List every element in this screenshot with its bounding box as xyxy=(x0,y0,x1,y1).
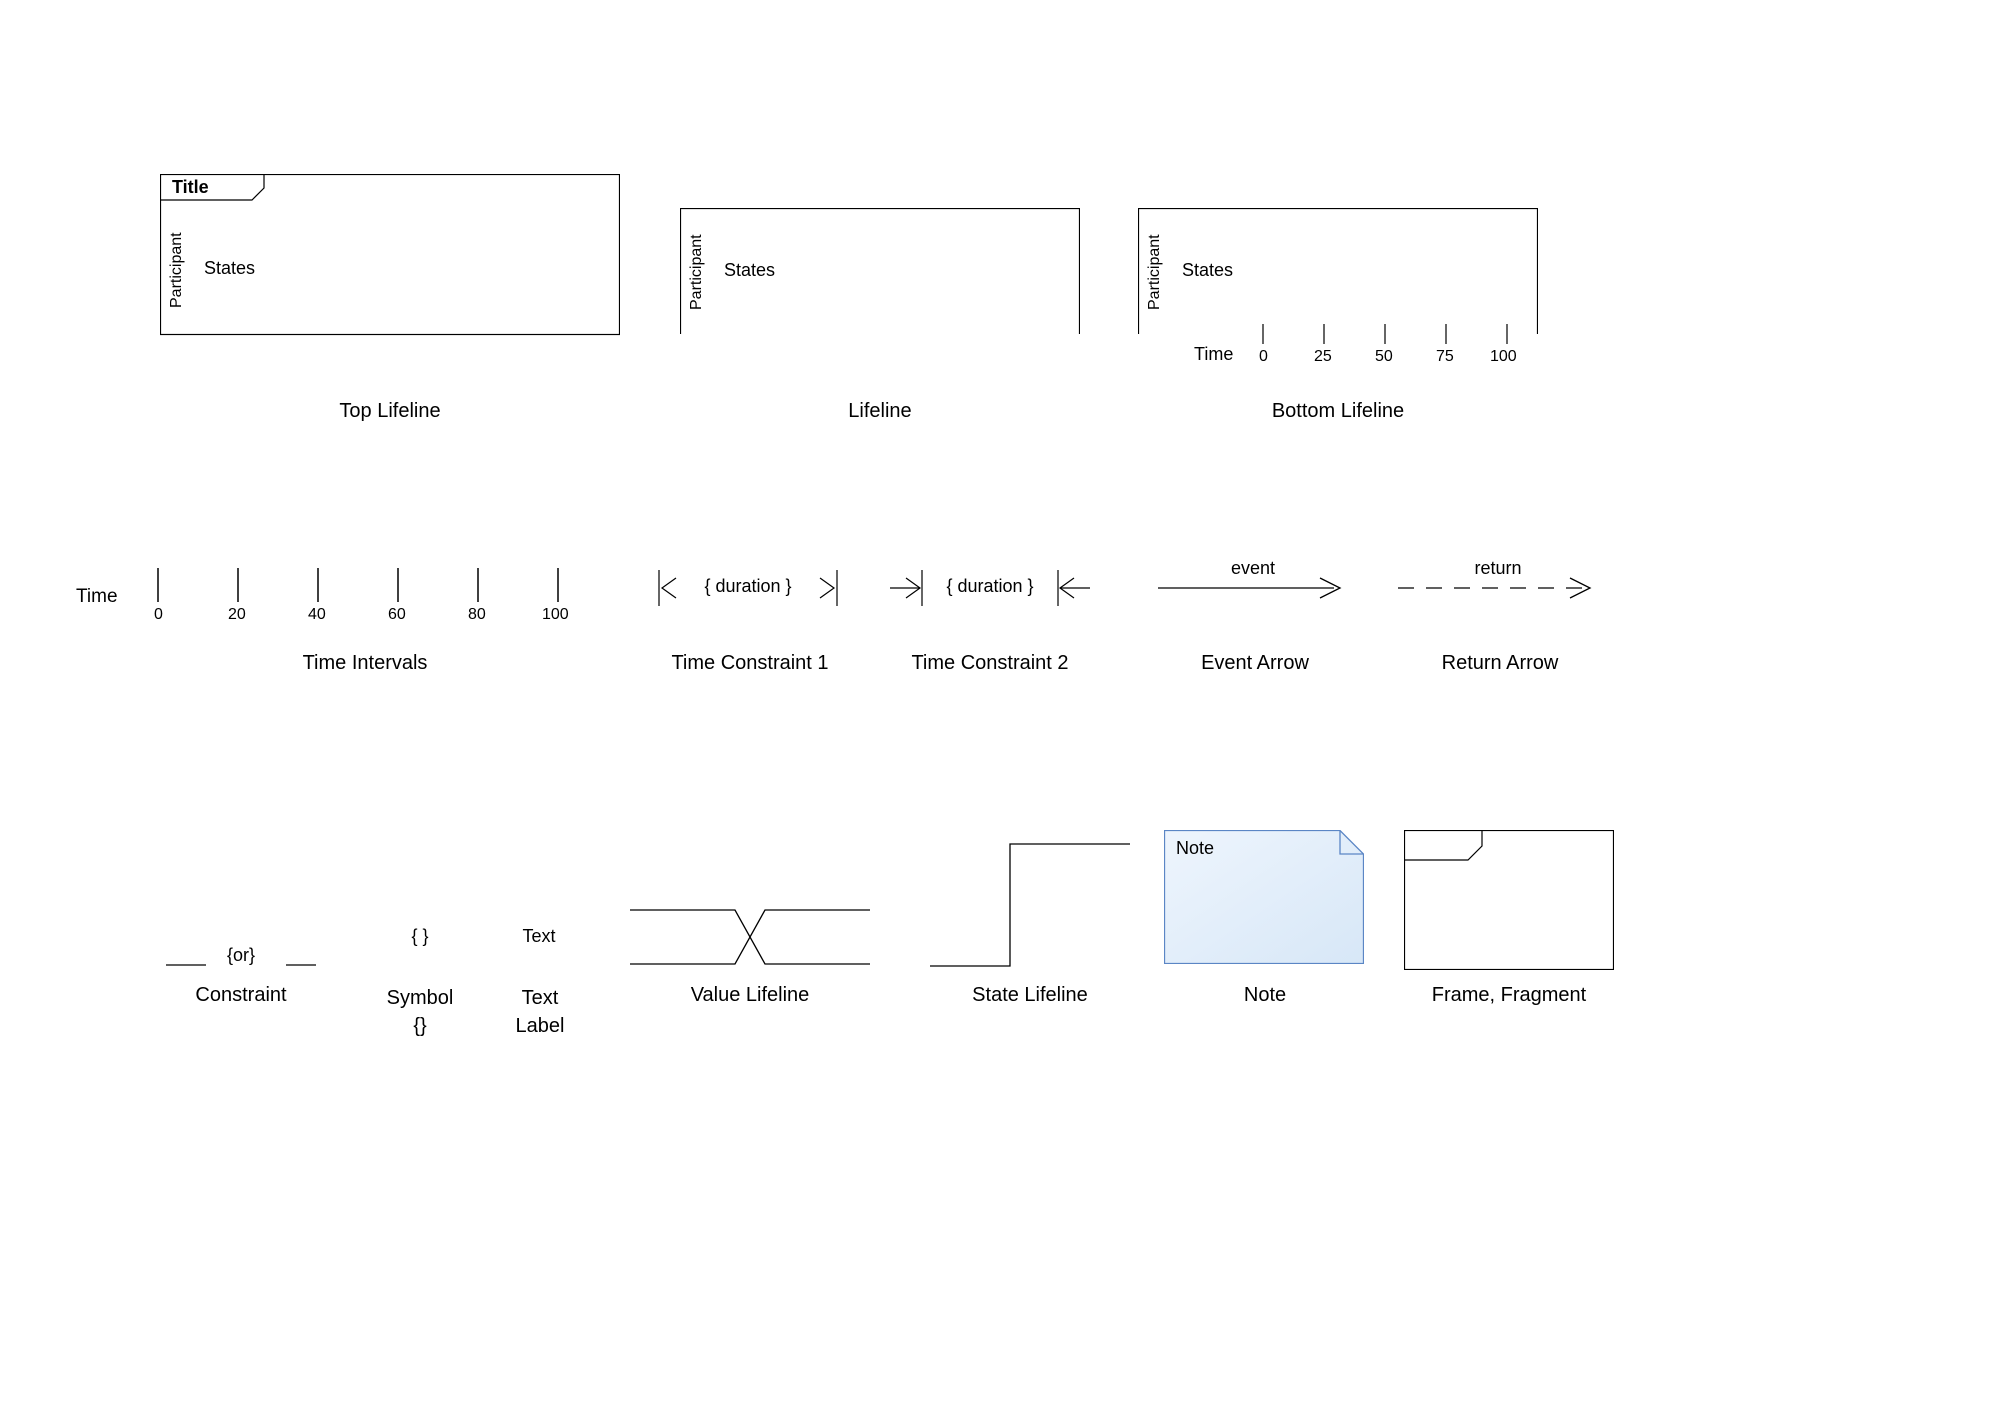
text-label-text: Text xyxy=(522,926,555,946)
time-intervals-tick-0: 0 xyxy=(154,606,163,624)
bottom-lifeline-states: States xyxy=(1182,260,1233,281)
text-label: Text xyxy=(504,926,574,947)
top-lifeline-participant: Participant xyxy=(168,210,186,330)
text-label-caption: Text Label xyxy=(490,984,590,1040)
constraint-text: {or} xyxy=(166,945,316,966)
bottom-lifeline-participant: Participant xyxy=(1146,214,1164,330)
return-arrow-caption: Return Arrow xyxy=(1390,652,1610,675)
symbol-text: { } xyxy=(411,926,428,946)
value-lifeline-caption: Value Lifeline xyxy=(620,984,880,1007)
top-lifeline-caption: Top Lifeline xyxy=(160,400,620,423)
time-constraint-1: { duration } xyxy=(658,570,838,606)
bottom-lifeline-tick-1: 25 xyxy=(1314,348,1332,366)
note-text: Note xyxy=(1176,838,1214,859)
event-arrow: event xyxy=(1158,560,1348,600)
time-constraint-2: { duration } xyxy=(890,570,1090,606)
top-lifeline-title: Title xyxy=(172,177,209,198)
time-constraint-1-caption: Time Constraint 1 xyxy=(640,652,860,675)
time-intervals-label: Time xyxy=(76,586,118,608)
note-caption: Note xyxy=(1160,984,1370,1007)
value-lifeline xyxy=(630,908,870,968)
constraint: {or} xyxy=(166,945,316,969)
lifeline: Participant States xyxy=(680,208,1080,338)
frame-fragment xyxy=(1404,830,1614,970)
lifeline-caption: Lifeline xyxy=(680,400,1080,423)
symbol-caption: Symbol {} xyxy=(360,984,480,1040)
bottom-lifeline: Participant States Time 0 25 50 75 100 xyxy=(1138,208,1538,358)
constraint-caption: Constraint xyxy=(146,984,336,1007)
time-intervals-tick-4: 80 xyxy=(468,606,486,624)
symbol-braces: { } xyxy=(380,926,460,947)
bottom-lifeline-time-label: Time xyxy=(1194,344,1233,365)
state-lifeline-caption: State Lifeline xyxy=(910,984,1150,1007)
time-intervals-tick-2: 40 xyxy=(308,606,326,624)
state-lifeline xyxy=(930,842,1130,968)
top-lifeline-states: States xyxy=(204,258,255,279)
time-intervals-tick-1: 20 xyxy=(228,606,246,624)
bottom-lifeline-caption: Bottom Lifeline xyxy=(1138,400,1538,423)
return-arrow: return xyxy=(1398,560,1598,600)
note-shape: Note xyxy=(1164,830,1364,964)
lifeline-states: States xyxy=(724,260,775,281)
bottom-lifeline-tick-2: 50 xyxy=(1375,348,1393,366)
bottom-lifeline-tick-3: 75 xyxy=(1436,348,1454,366)
event-arrow-text: event xyxy=(1158,558,1348,579)
bottom-lifeline-tick-4: 100 xyxy=(1490,348,1517,366)
top-lifeline: Title Participant States xyxy=(160,174,620,344)
event-arrow-caption: Event Arrow xyxy=(1150,652,1360,675)
time-constraint-1-text: { duration } xyxy=(658,576,838,597)
frame-caption: Frame, Fragment xyxy=(1394,984,1624,1007)
time-intervals-tick-5: 100 xyxy=(542,606,569,624)
bottom-lifeline-tick-0: 0 xyxy=(1259,348,1268,366)
time-intervals: Time 0 20 40 60 80 100 xyxy=(76,568,596,638)
lifeline-participant: Participant xyxy=(688,214,706,330)
time-intervals-tick-3: 60 xyxy=(388,606,406,624)
time-intervals-caption: Time Intervals xyxy=(150,652,580,675)
return-arrow-text: return xyxy=(1398,558,1598,579)
time-constraint-2-text: { duration } xyxy=(890,576,1090,597)
time-constraint-2-caption: Time Constraint 2 xyxy=(880,652,1100,675)
